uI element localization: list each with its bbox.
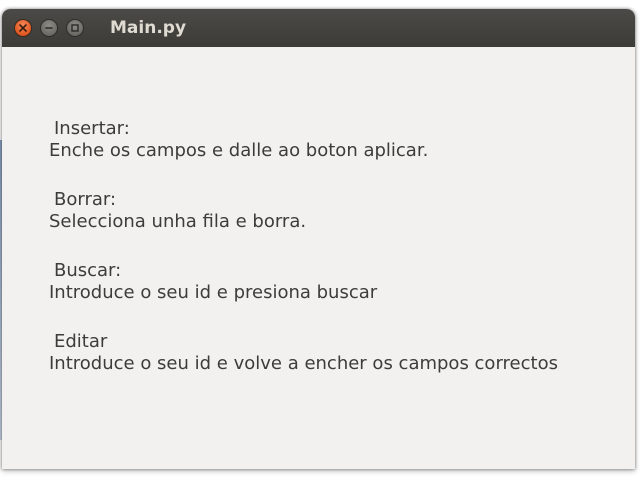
section-heading: Insertar:: [54, 118, 130, 139]
section-description: Introduce o seu id e presiona buscar: [49, 282, 378, 303]
section-description: Selecciona unha fila e borra.: [49, 211, 307, 232]
window-title: Main.py: [110, 18, 187, 38]
section-buscar: Buscar: Introduce o seu id e presiona bu…: [49, 260, 377, 304]
maximize-icon: [71, 24, 79, 32]
section-insertar: Insertar: Enche os campos e dalle ao bot…: [49, 118, 428, 162]
section-description: Introduce o seu id e volve a encher os c…: [49, 353, 558, 374]
section-editar: Editar Introduce o seu id e volve a ench…: [49, 331, 558, 375]
section-heading: Borrar:: [54, 189, 117, 210]
window-content: Insertar: Enche os campos e dalle ao bot…: [2, 47, 635, 469]
section-heading: Buscar:: [54, 260, 122, 281]
window-maximize-button[interactable]: [66, 19, 84, 37]
window-minimize-button[interactable]: [40, 19, 58, 37]
section-description: Enche os campos e dalle ao boton aplicar…: [49, 140, 429, 161]
window-close-button[interactable]: [14, 19, 32, 37]
window-titlebar[interactable]: Main.py: [2, 9, 635, 47]
minimize-icon: [45, 27, 53, 29]
section-borrar: Borrar: Selecciona unha fila e borra.: [49, 189, 306, 233]
main-window: Main.py Insertar: Enche os campos e dall…: [2, 9, 635, 469]
close-icon: [19, 24, 27, 32]
section-heading: Editar: [54, 331, 108, 352]
